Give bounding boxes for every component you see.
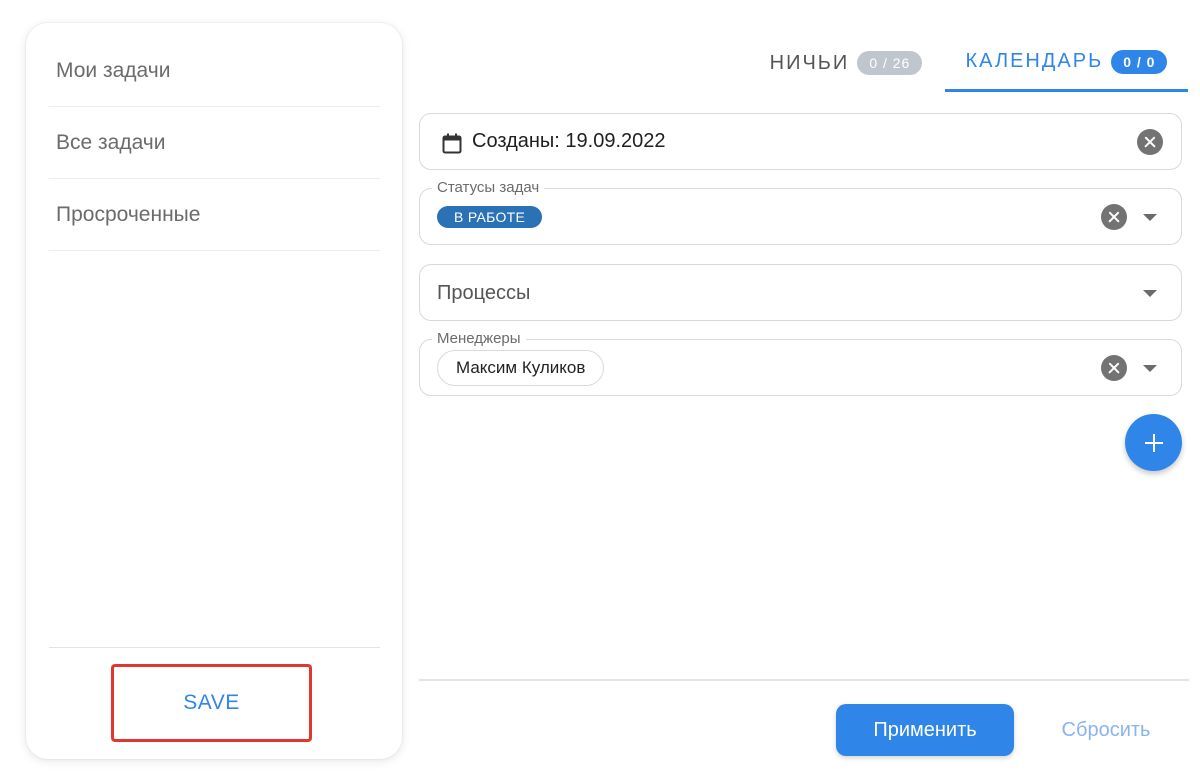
date-filter-field[interactable]: Созданы: 19.09.2022 xyxy=(419,113,1182,170)
status-chip[interactable]: В РАБОТЕ xyxy=(437,206,543,228)
tab-label: НИЧЬИ xyxy=(769,51,850,74)
chevron-down-icon[interactable] xyxy=(1143,213,1157,221)
sidebar: Мои задачи Все задачи Просроченные SAVE xyxy=(26,23,402,759)
clear-icon[interactable] xyxy=(1101,203,1127,230)
tab-draws[interactable]: НИЧЬИ 0 / 26 xyxy=(760,34,932,92)
sidebar-item-overdue[interactable]: Просроченные xyxy=(49,179,380,251)
chevron-down-icon[interactable] xyxy=(1143,364,1157,372)
status-filter-label: Статусы задач xyxy=(432,179,545,196)
process-filter-field[interactable]: Процессы xyxy=(419,264,1182,321)
process-filter-placeholder: Процессы xyxy=(437,282,531,304)
clear-icon[interactable] xyxy=(1101,354,1127,381)
tab-count-badge: 0 / 26 xyxy=(857,51,923,75)
add-filter-button[interactable] xyxy=(1125,414,1182,471)
status-filter-field[interactable]: Статусы задач В РАБОТЕ xyxy=(419,179,1182,245)
sidebar-item-my-tasks[interactable]: Мои задачи xyxy=(49,35,380,107)
manager-filter-field[interactable]: Менеджеры Максим Куликов xyxy=(419,330,1182,396)
manager-filter-label: Менеджеры xyxy=(432,330,526,347)
tab-label: КАЛЕНДАРЬ xyxy=(965,50,1104,72)
date-filter-value: Созданы: 19.09.2022 xyxy=(472,130,666,152)
calendar-icon xyxy=(442,133,462,154)
apply-button[interactable]: Применить xyxy=(836,704,1014,756)
save-button[interactable]: SAVE xyxy=(117,670,306,736)
sidebar-item-label: Мои задачи xyxy=(56,58,171,82)
tab-calendar[interactable]: КАЛЕНДАРЬ 0 / 0 xyxy=(945,34,1188,92)
clear-icon[interactable] xyxy=(1137,128,1163,155)
tab-count-badge: 0 / 0 xyxy=(1111,49,1168,74)
chevron-down-icon[interactable] xyxy=(1143,289,1157,297)
sidebar-item-all-tasks[interactable]: Все задачи xyxy=(49,107,380,179)
footer-divider xyxy=(419,679,1189,681)
sidebar-divider xyxy=(49,647,380,648)
sidebar-item-label: Просроченные xyxy=(56,202,201,226)
manager-chip[interactable]: Максим Куликов xyxy=(437,350,605,386)
reset-button[interactable]: Сбросить xyxy=(1040,704,1172,756)
plus-icon xyxy=(1144,433,1163,452)
sidebar-item-label: Все задачи xyxy=(56,130,166,154)
